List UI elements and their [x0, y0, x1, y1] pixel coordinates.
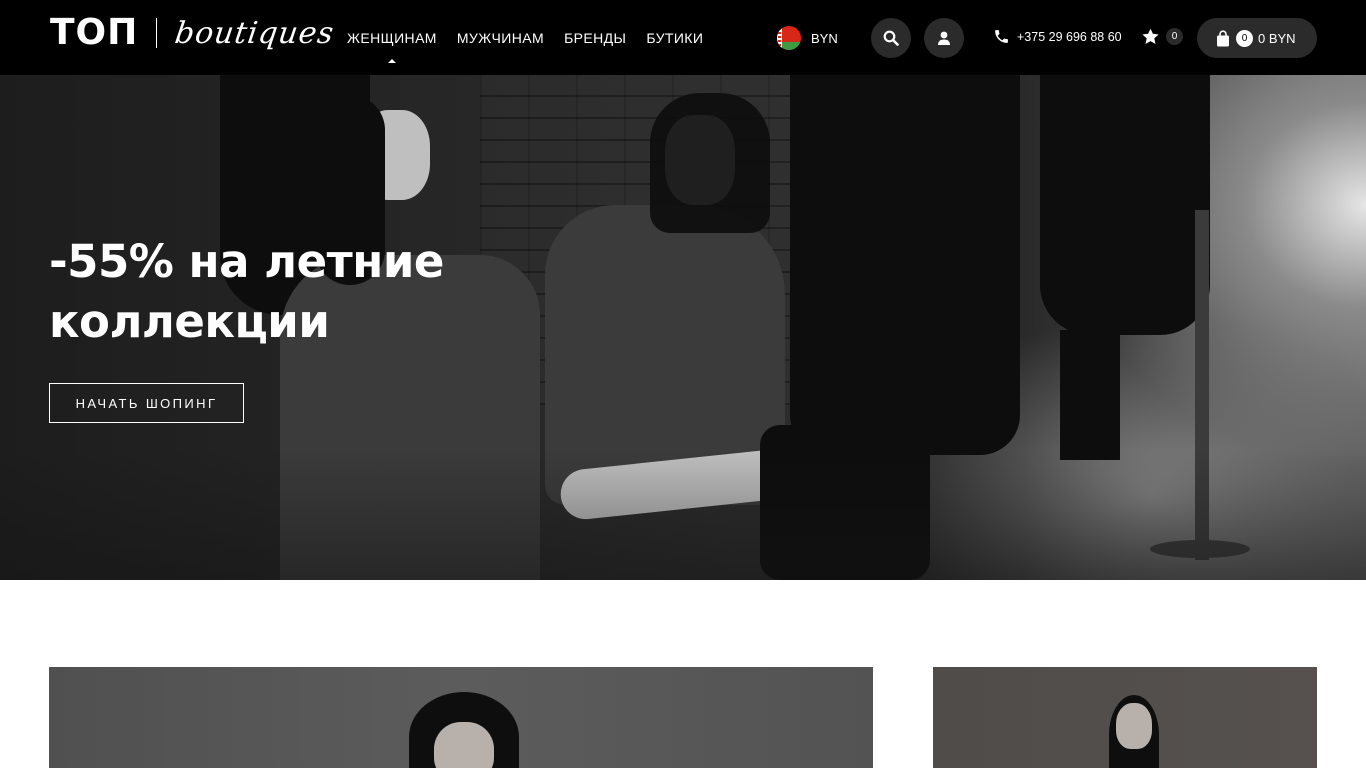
hero-banner: -55% на летние коллекции НАЧАТЬ ШОПИНГ — [0, 75, 1366, 580]
phone-icon — [995, 30, 1008, 43]
logo-main-text: ТОП — [50, 12, 139, 53]
hero-title: -55% на летние коллекции — [49, 235, 444, 348]
nav-item-label: МУЖЧИНАМ — [456, 29, 545, 46]
cart-total: 0 BYN — [1258, 30, 1296, 46]
nav-item-label: ЖЕНЩИНАМ — [347, 29, 437, 46]
currency-label: BYN — [811, 30, 838, 46]
nav-item-boutiques[interactable]: БУТИКИ — [646, 0, 703, 75]
nav-item-brands[interactable]: БРЕНДЫ — [564, 0, 626, 75]
account-button[interactable] — [924, 18, 964, 58]
promo-card-photo — [434, 722, 494, 768]
belarus-flag-icon — [777, 26, 801, 50]
cart-button[interactable]: 0 0 BYN — [1197, 18, 1317, 58]
hero-floor-shade — [0, 450, 1366, 580]
logo[interactable]: ТОП boutiques — [50, 12, 337, 66]
promo-card-photo — [1116, 703, 1152, 749]
promo-card-right[interactable] — [933, 667, 1317, 768]
promo-card-left[interactable] — [49, 667, 873, 768]
nav-item-label: БУТИКИ — [646, 29, 704, 46]
logo-divider — [156, 18, 158, 48]
main-nav: ЖЕНЩИНАМ МУЖЧИНАМ БРЕНДЫ БУТИКИ — [347, 0, 723, 75]
hero-photo-figure — [790, 75, 1020, 455]
phone-link[interactable]: +375 29 696 88 60 — [993, 28, 1122, 45]
site-header: ТОП boutiques ЖЕНЩИНАМ МУЖЧИНАМ БРЕНДЫ Б… — [0, 0, 1366, 75]
hero-photo-figure — [1060, 330, 1120, 460]
favorites-button[interactable]: 0 — [1141, 27, 1183, 46]
nav-item-men[interactable]: МУЖЧИНАМ — [457, 0, 544, 75]
phone-number: +375 29 696 88 60 — [1017, 29, 1122, 44]
shopping-bag-icon — [1217, 29, 1229, 46]
search-button[interactable] — [871, 18, 911, 58]
logo-script-text: boutiques — [172, 16, 337, 51]
star-icon — [1142, 28, 1159, 44]
favorites-count: 0 — [1166, 28, 1183, 45]
nav-item-label: БРЕНДЫ — [564, 29, 627, 46]
hero-photo-figure — [1040, 75, 1210, 335]
hero-photo-figure — [650, 93, 770, 233]
active-caret-icon — [387, 59, 396, 63]
currency-selector[interactable]: BYN — [777, 26, 838, 50]
search-icon — [883, 30, 899, 46]
nav-item-women[interactable]: ЖЕНЩИНАМ — [347, 0, 437, 75]
cart-count: 0 — [1236, 29, 1253, 47]
start-shopping-button[interactable]: НАЧАТЬ ШОПИНГ — [49, 383, 244, 423]
user-icon — [938, 31, 950, 45]
